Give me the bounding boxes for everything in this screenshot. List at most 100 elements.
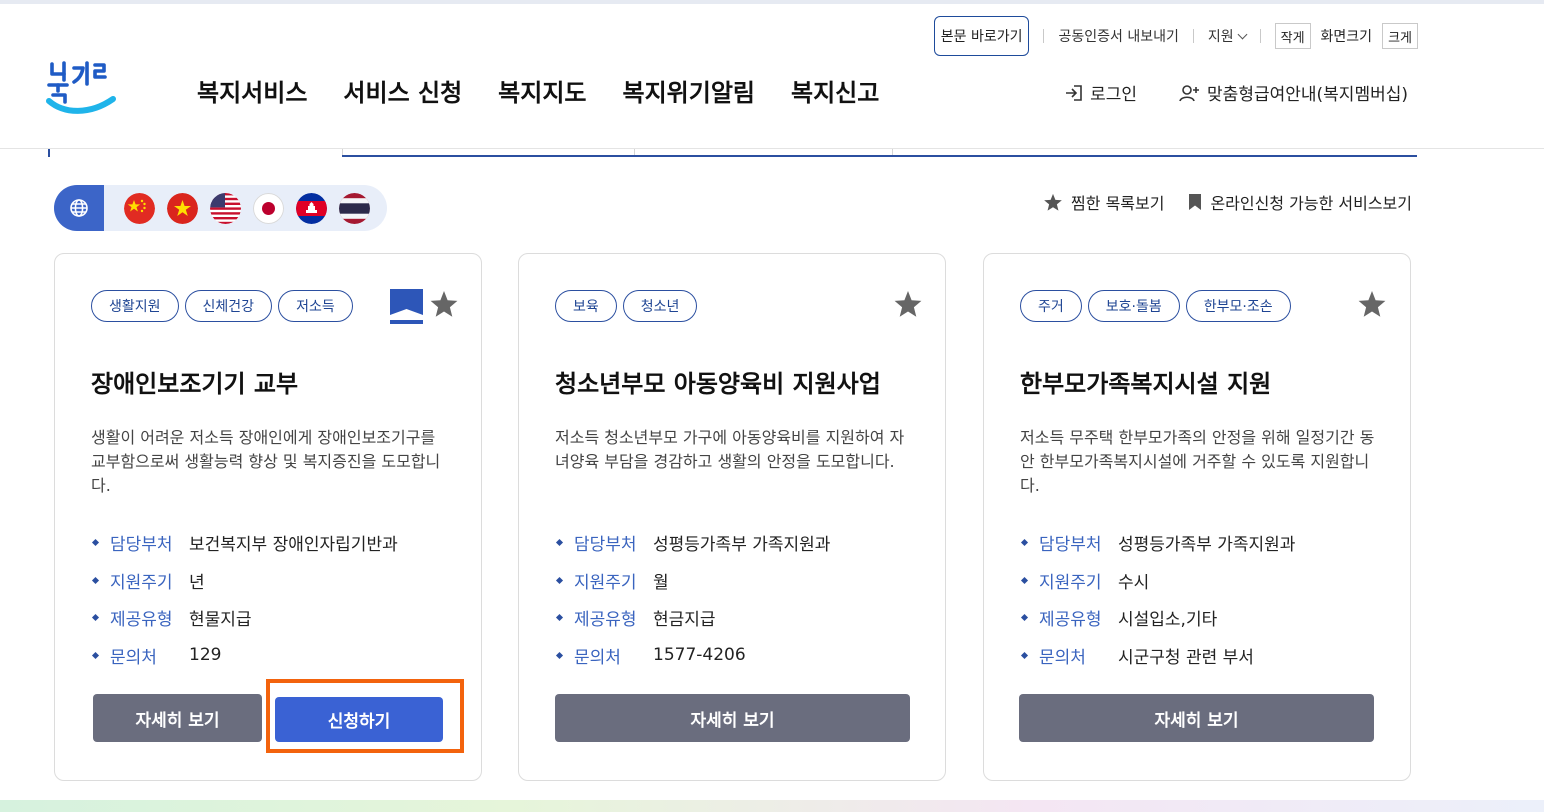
info-value: 현금지급	[653, 610, 716, 631]
info-row-contact: 문의처 1577-4206	[555, 637, 830, 675]
tag[interactable]: 보육	[555, 290, 617, 322]
nav-service-application[interactable]: 서비스 신청	[343, 73, 462, 108]
list-links: 찜한 목록보기 온라인신청 가능한 서비스보기	[1043, 190, 1412, 214]
tag[interactable]: 생활지원	[91, 290, 179, 322]
view-detail-button[interactable]: 자세히 보기	[1019, 694, 1374, 742]
info-label: 지원주기	[1039, 572, 1102, 593]
top-border	[0, 0, 1544, 4]
logo-mark	[46, 61, 116, 114]
tag[interactable]: 보호·돌봄	[1087, 290, 1180, 322]
info-label: 문의처	[110, 647, 157, 668]
utility-bar: 본문 바로가기 공동인증서 내보내기 지원 작게 화면크기 크게	[933, 16, 1418, 56]
info-label: 지원주기	[110, 572, 173, 593]
china-flag-icon[interactable]	[124, 192, 155, 224]
card-title[interactable]: 한부모가족복지시설 지원	[1020, 364, 1271, 399]
divider	[1192, 29, 1194, 43]
login-label: 로그인	[1090, 85, 1138, 105]
thailand-flag-icon[interactable]	[339, 192, 370, 224]
usa-flag-icon[interactable]	[210, 192, 241, 224]
info-value: 성평등가족부 가족지원과	[653, 535, 831, 556]
globe-button[interactable]	[54, 185, 104, 231]
info-list: 담당부처 성평등가족부 가족지원과 지원주기 월 제공유형 현금지급 문의처 1577-…	[555, 524, 830, 674]
info-label: 담당부처	[574, 535, 637, 556]
info-label: 제공유형	[574, 610, 637, 631]
info-row-contact: 문의처 시군구청 관련 부서	[1020, 637, 1295, 675]
nav-welfare-map[interactable]: 복지지도	[498, 73, 586, 108]
main-navigation: 복지서비스 서비스 신청 복지지도 복지위기알림 복지신고	[197, 73, 879, 108]
info-label: 문의처	[574, 647, 621, 668]
star-icon[interactable]	[893, 290, 923, 320]
bookmark-active-icon[interactable]	[390, 289, 423, 324]
font-small-button[interactable]: 작게	[1274, 23, 1311, 49]
card-description: 저소득 무주택 한부모가족의 안정을 위해 일정기간 동안 한부모가족복지시설에…	[1020, 428, 1375, 495]
online-services-label: 온라인신청 가능한 서비스보기	[1210, 194, 1412, 213]
support-dropdown[interactable]: 지원	[1207, 26, 1248, 46]
service-card: 주거 보호·돌봄 한부모·조손 한부모가족복지시설 지원 저소득 무주택 한부모…	[983, 253, 1411, 781]
info-value: 년	[189, 572, 205, 593]
apply-button-highlight	[266, 679, 464, 753]
chevron-down-icon	[1237, 29, 1248, 39]
font-size-label: 화면크기	[1320, 29, 1373, 45]
nav-welfare-services[interactable]: 복지서비스	[197, 73, 307, 108]
language-flags	[124, 192, 370, 224]
star-icon[interactable]	[429, 290, 459, 320]
nav-welfare-report[interactable]: 복지신고	[791, 73, 879, 108]
tag[interactable]: 주거	[1020, 290, 1082, 322]
tag[interactable]: 한부모·조손	[1185, 290, 1291, 322]
info-row-type: 제공유형 현물지급	[91, 599, 398, 637]
info-value: 수시	[1118, 572, 1150, 593]
divider	[1259, 29, 1261, 43]
info-label: 제공유형	[110, 610, 173, 631]
info-row-contact: 문의처 129	[91, 637, 398, 675]
info-value: 시설입소,기타	[1118, 610, 1218, 631]
skip-to-content-link[interactable]: 본문 바로가기	[933, 16, 1030, 56]
divider	[1043, 29, 1045, 43]
service-card: 보육 청소년 청소년부모 아동양육비 지원사업 저소득 청소년부모 가구에 아동…	[518, 253, 946, 781]
view-detail-button[interactable]: 자세히 보기	[93, 694, 262, 742]
info-label: 담당부처	[1039, 535, 1102, 556]
info-row-cycle: 지원주기 년	[91, 562, 398, 600]
nav-crisis-alert[interactable]: 복지위기알림	[623, 73, 755, 108]
cert-export-link[interactable]: 공동인증서 내보내기	[1058, 26, 1178, 46]
membership-link[interactable]: 맞춤형급여안내(복지멤버십)	[1179, 80, 1408, 105]
tag-list: 생활지원 신체건강 저소득	[91, 290, 353, 322]
info-row-cycle: 지원주기 수시	[1020, 562, 1295, 600]
card-title[interactable]: 장애인보조기기 교부	[91, 364, 298, 399]
info-row-department: 담당부처 성평등가족부 가족지원과	[1020, 524, 1295, 562]
info-value: 시군구청 관련 부서	[1118, 647, 1254, 668]
bookmark-icon	[1189, 194, 1202, 210]
membership-label: 맞춤형급여안내(복지멤버십)	[1207, 85, 1408, 105]
info-list: 담당부처 보건복지부 장애인자립기반과 지원주기 년 제공유형 현물지급 문의처 129	[91, 524, 398, 674]
wishlist-link[interactable]: 찜한 목록보기	[1043, 190, 1164, 214]
card-title[interactable]: 청소년부모 아동양육비 지원사업	[555, 364, 881, 399]
font-large-button[interactable]: 크게	[1382, 23, 1418, 49]
info-list: 담당부처 성평등가족부 가족지원과 지원주기 수시 제공유형 시설입소,기타 문의처 시…	[1020, 524, 1295, 674]
tag-list: 보육 청소년	[555, 290, 698, 322]
info-label: 문의처	[1039, 647, 1086, 668]
info-row-department: 담당부처 성평등가족부 가족지원과	[555, 524, 830, 562]
card-description: 생활이 어려운 저소득 장애인에게 장애인보조기구를 교부함으로써 생활능력 향…	[91, 428, 441, 495]
online-services-link[interactable]: 온라인신청 가능한 서비스보기	[1188, 190, 1412, 214]
tag[interactable]: 청소년	[622, 290, 698, 322]
vietnam-flag-icon[interactable]	[167, 192, 198, 224]
add-user-icon	[1179, 84, 1200, 101]
info-row-cycle: 지원주기 월	[555, 562, 830, 600]
language-selector	[54, 185, 387, 231]
star-icon	[1044, 193, 1062, 211]
info-row-type: 제공유형 시설입소,기타	[1020, 599, 1295, 637]
info-row-department: 담당부처 보건복지부 장애인자립기반과	[91, 524, 398, 562]
info-row-type: 제공유형 현금지급	[555, 599, 830, 637]
login-icon	[1066, 84, 1082, 101]
info-value: 성평등가족부 가족지원과	[1118, 535, 1296, 556]
login-link[interactable]: 로그인	[1064, 80, 1137, 105]
cambodia-flag-icon[interactable]	[296, 192, 327, 224]
tag[interactable]: 신체건강	[184, 290, 273, 322]
japan-flag-icon[interactable]	[253, 192, 284, 224]
bokjiro-logo[interactable]	[46, 58, 118, 122]
view-detail-button[interactable]: 자세히 보기	[555, 694, 910, 742]
wishlist-label: 찜한 목록보기	[1071, 194, 1165, 213]
support-label: 지원	[1207, 29, 1234, 45]
tag[interactable]: 저소득	[278, 290, 353, 322]
star-icon[interactable]	[1357, 290, 1387, 320]
sub-tab-edges	[48, 149, 1417, 157]
